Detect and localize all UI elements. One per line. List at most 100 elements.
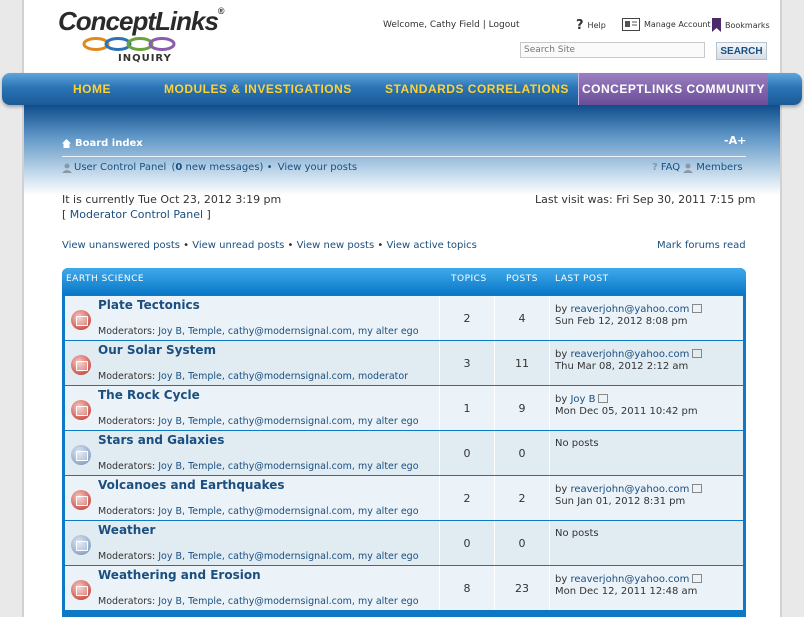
members-icon bbox=[683, 163, 694, 173]
view-latest-post-icon[interactable] bbox=[692, 304, 703, 313]
new-messages-link[interactable]: new messages bbox=[186, 162, 260, 173]
forum-title-link[interactable]: Plate Tectonics bbox=[98, 298, 200, 312]
forum-title-link[interactable]: The Rock Cycle bbox=[98, 388, 200, 402]
view-latest-post-icon[interactable] bbox=[692, 484, 703, 493]
forum-title-link[interactable]: Our Solar System bbox=[98, 343, 216, 357]
breadcrumb[interactable]: Board index bbox=[62, 138, 143, 149]
forum-status-icon bbox=[71, 445, 91, 465]
forum-posts-count: 2 bbox=[495, 476, 550, 520]
moderators-label: Moderators: bbox=[98, 596, 156, 607]
forum-row: Our Solar System Moderators: Joy B, Temp… bbox=[65, 341, 743, 386]
by-label: by bbox=[555, 394, 571, 405]
forum-row: The Rock Cycle Moderators: Joy B, Temple… bbox=[65, 386, 743, 431]
last-post-user-link[interactable]: Joy B bbox=[570, 394, 595, 405]
view-latest-post-icon[interactable] bbox=[598, 394, 609, 403]
moderators-list[interactable]: Joy B, Temple, cathy@modernsignal.com, m… bbox=[158, 371, 408, 382]
forum-status-icon bbox=[71, 535, 91, 555]
home-icon bbox=[62, 139, 71, 148]
nav-community[interactable]: CONCEPTLINKS COMMUNITY bbox=[578, 73, 768, 105]
moderator-control-panel-link[interactable]: Moderator Control Panel bbox=[70, 208, 203, 221]
user-control-panel-bar: User Control Panel (0 new messages) • Vi… bbox=[62, 162, 357, 173]
last-post-user-link[interactable]: reaverjohn@yahoo.com bbox=[570, 349, 689, 360]
forum-status-icon bbox=[71, 310, 91, 330]
moderators-list[interactable]: Joy B, Temple, cathy@modernsignal.com, m… bbox=[158, 596, 418, 607]
moderators-label: Moderators: bbox=[98, 416, 156, 427]
moderators-list[interactable]: Joy B, Temple, cathy@modernsignal.com, m… bbox=[158, 506, 418, 517]
forum-last-post-cell: by Joy B Mon Dec 05, 2011 10:42 pm bbox=[550, 386, 743, 430]
forum-info-cell: Volcanoes and Earthquakes Moderators: Jo… bbox=[65, 476, 440, 520]
view-latest-post-icon[interactable] bbox=[692, 349, 703, 358]
nav-home[interactable]: HOME bbox=[73, 73, 111, 105]
main-nav: HOME MODULES & INVESTIGATIONS STANDARDS … bbox=[2, 73, 802, 105]
forum-row: Stars and Galaxies Moderators: Joy B, Te… bbox=[65, 431, 743, 476]
moderators-label: Moderators: bbox=[98, 371, 156, 382]
last-post-user-link[interactable]: reaverjohn@yahoo.com bbox=[570, 484, 689, 495]
forum-status-icon bbox=[71, 490, 91, 510]
forum-posts-count: 11 bbox=[495, 341, 550, 385]
last-post-user-link[interactable]: reaverjohn@yahoo.com bbox=[570, 304, 689, 315]
manage-account-link[interactable]: Manage Account bbox=[622, 18, 711, 31]
forum-title-link[interactable]: Weathering and Erosion bbox=[98, 568, 261, 582]
forum-moderators: Moderators: Joy B, Temple, cathy@moderns… bbox=[98, 551, 419, 562]
forum-title-link[interactable]: Stars and Galaxies bbox=[98, 433, 224, 447]
forum-moderators: Moderators: Joy B, Temple, cathy@moderns… bbox=[98, 326, 419, 337]
help-label: Help bbox=[587, 21, 606, 30]
help-icon: ? bbox=[576, 18, 584, 33]
forum-posts-count: 0 bbox=[495, 431, 550, 475]
faq-icon: ? bbox=[652, 162, 658, 173]
by-label: by bbox=[555, 574, 571, 585]
help-link[interactable]: ? Help bbox=[576, 18, 606, 33]
search-button[interactable]: SEARCH bbox=[716, 42, 767, 60]
last-post-user-link[interactable]: reaverjohn@yahoo.com bbox=[570, 574, 689, 585]
moderators-label: Moderators: bbox=[98, 326, 156, 337]
forum-posts-count: 4 bbox=[495, 296, 550, 340]
moderators-list[interactable]: Joy B, Temple, cathy@modernsignal.com, m… bbox=[158, 326, 418, 337]
forum-last-post-cell: No posts bbox=[550, 431, 743, 475]
nav-modules[interactable]: MODULES & INVESTIGATIONS bbox=[164, 73, 352, 105]
header-divider bbox=[62, 156, 746, 157]
current-time: It is currently Tue Oct 23, 2012 3:19 pm bbox=[62, 193, 282, 206]
view-your-posts-link[interactable]: View your posts bbox=[278, 162, 357, 173]
forum-row: Plate Tectonics Moderators: Joy B, Templ… bbox=[65, 296, 743, 341]
forum-topics-count: 0 bbox=[440, 521, 495, 565]
view-unread-link[interactable]: View unread posts bbox=[192, 240, 284, 251]
ucp-link[interactable]: User Control Panel bbox=[74, 162, 166, 173]
forum-info-cell: Plate Tectonics Moderators: Joy B, Templ… bbox=[65, 296, 440, 340]
moderators-list[interactable]: Joy B, Temple, cathy@modernsignal.com, m… bbox=[158, 551, 418, 562]
mark-forums-read-link[interactable]: Mark forums read bbox=[657, 240, 746, 251]
forum-category-table: EARTH SCIENCE TOPICS POSTS LAST POST Pla… bbox=[62, 268, 746, 617]
view-new-link[interactable]: View new posts bbox=[297, 240, 375, 251]
welcome-text: Welcome, Cathy Field bbox=[383, 20, 480, 30]
forum-info-cell: The Rock Cycle Moderators: Joy B, Temple… bbox=[65, 386, 440, 430]
category-title[interactable]: EARTH SCIENCE bbox=[66, 274, 144, 284]
forum-info-cell: Stars and Galaxies Moderators: Joy B, Te… bbox=[65, 431, 440, 475]
forum-title-link[interactable]: Weather bbox=[98, 523, 155, 537]
last-post-date: Mon Dec 05, 2011 10:42 pm bbox=[555, 406, 698, 417]
logo-text: ConceptLinks bbox=[58, 6, 219, 36]
welcome-message: Welcome, Cathy Field | Logout bbox=[383, 20, 520, 30]
logo-rings-icon bbox=[82, 37, 176, 51]
forum-row: Weather Moderators: Joy B, Temple, cathy… bbox=[65, 521, 743, 566]
forum-last-post-cell: by reaverjohn@yahoo.com Mon Dec 12, 2011 … bbox=[550, 566, 743, 610]
forum-moderators: Moderators: Joy B, Temple, cathy@moderns… bbox=[98, 596, 419, 607]
bookmarks-link[interactable]: Bookmarks bbox=[712, 18, 770, 32]
site-logo[interactable]: ConceptLinks® INQUIRY bbox=[58, 6, 225, 66]
last-post-date: Mon Dec 12, 2011 12:48 am bbox=[555, 586, 698, 597]
moderators-list[interactable]: Joy B, Temple, cathy@modernsignal.com, m… bbox=[158, 416, 418, 427]
forum-moderators: Moderators: Joy B, Temple, cathy@moderns… bbox=[98, 506, 419, 517]
search-input[interactable] bbox=[520, 42, 705, 58]
forum-status-icon bbox=[71, 400, 91, 420]
mod-cp-wrapper: [ Moderator Control Panel ] bbox=[62, 208, 211, 221]
logout-link[interactable]: Logout bbox=[489, 20, 520, 30]
view-unanswered-link[interactable]: View unanswered posts bbox=[62, 240, 180, 251]
members-link[interactable]: Members bbox=[696, 162, 742, 173]
faq-link[interactable]: FAQ bbox=[661, 162, 680, 173]
last-post-author: by reaverjohn@yahoo.com bbox=[555, 303, 703, 315]
moderators-list[interactable]: Joy B, Temple, cathy@modernsignal.com, m… bbox=[158, 461, 418, 472]
breadcrumb-board-index[interactable]: Board index bbox=[75, 138, 143, 149]
nav-standards[interactable]: STANDARDS CORRELATIONS bbox=[385, 73, 569, 105]
font-size-change-icon[interactable]: -A+ bbox=[724, 134, 746, 147]
forum-title-link[interactable]: Volcanoes and Earthquakes bbox=[98, 478, 285, 492]
view-active-link[interactable]: View active topics bbox=[386, 240, 476, 251]
view-latest-post-icon[interactable] bbox=[692, 574, 703, 583]
